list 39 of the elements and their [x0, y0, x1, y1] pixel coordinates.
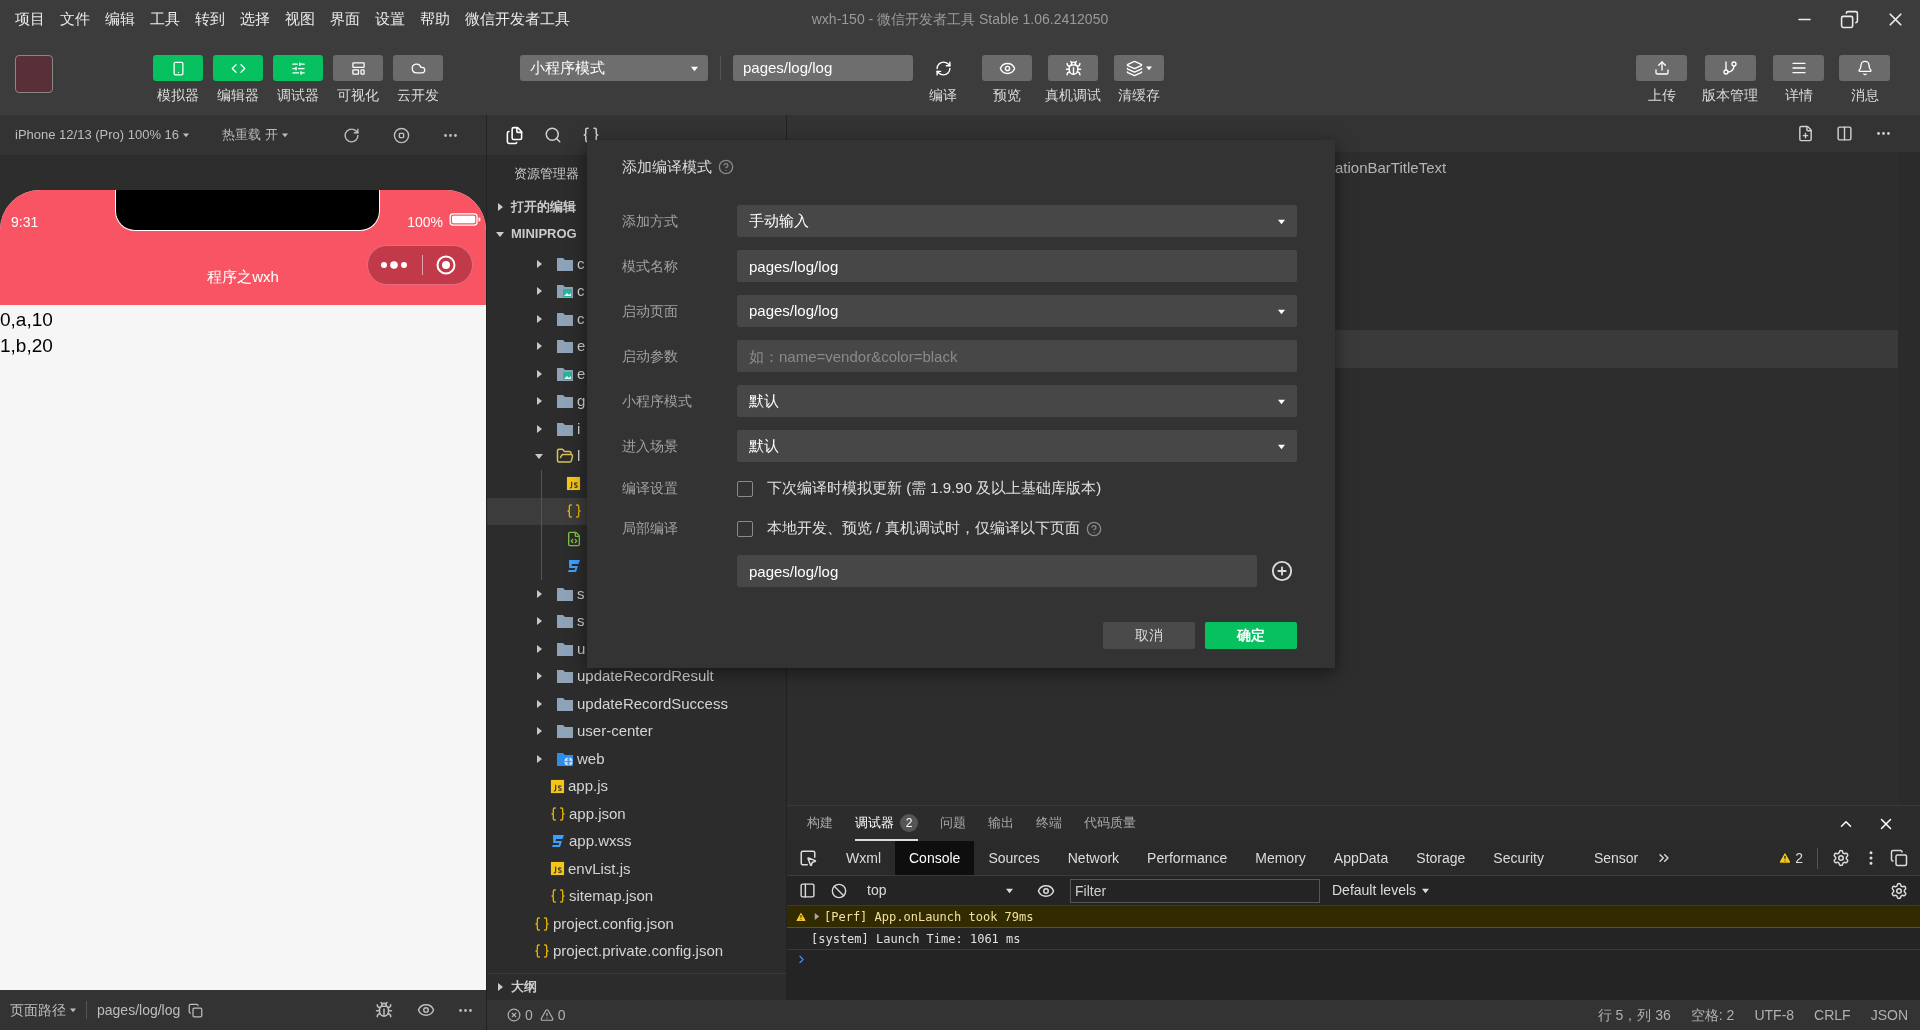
code-text: ationBarTitleText	[1335, 157, 1447, 178]
page-path: pages/log/log	[97, 1000, 181, 1020]
field-label: 模式名称	[622, 256, 679, 276]
toolbar-label: 编辑器	[217, 86, 259, 105]
warning-count: 2	[1795, 848, 1803, 868]
toolbar-label: 预览	[993, 86, 1021, 105]
battery-level: 100%	[407, 213, 444, 232]
toolbar-label: 版本管理	[1702, 86, 1758, 105]
toolbar-label: 上传	[1647, 86, 1676, 105]
warning-count: 0	[557, 1005, 566, 1025]
field-label: 编译设置	[622, 479, 679, 498]
field-label: 进入场景	[622, 436, 679, 456]
field-label: 启动参数	[622, 346, 679, 366]
field-label: 添加方式	[622, 211, 679, 231]
page-text-line: 1,b,20	[0, 334, 54, 358]
field-label: 局部编译	[622, 519, 679, 538]
toolbar-label: 编译	[929, 86, 957, 105]
toolbar-label: 可视化	[337, 86, 379, 105]
nav-title: 程序之wxh	[207, 266, 279, 287]
toolbar-label: 模拟器	[157, 86, 199, 105]
window-title: wxh-150 - 微信开发者工具 Stable 1.06.2412050	[811, 9, 1109, 29]
toolbar-label: 清缓存	[1118, 86, 1160, 105]
checkbox-label: 下次编译时模拟更新 (需 1.9.90 及以上基础库版本)	[767, 478, 1102, 499]
toolbar-label: 调试器	[277, 86, 319, 105]
count-badge: 2	[900, 813, 918, 832]
toolbar-label: 云开发	[397, 86, 439, 105]
status-time: 9:31	[11, 213, 39, 232]
dialog-title: 添加编译模式	[622, 157, 712, 177]
checkbox-label: 本地开发、预览 / 真机调试时，仅编译以下页面	[767, 518, 1080, 539]
toolbar-label: 真机调试	[1045, 86, 1101, 105]
explorer-title: 资源管理器	[514, 165, 579, 184]
error-count: 0	[525, 1005, 533, 1025]
field-label: 启动页面	[622, 301, 679, 321]
console-message: [system] Launch Time: 1061 ms	[811, 930, 1021, 948]
page-text-line: 0,a,10	[0, 308, 54, 332]
toolbar-label: 详情	[1784, 86, 1813, 105]
console-message: [Perf] App.onLaunch took 79ms	[824, 908, 1034, 926]
toolbar-label: 消息	[1850, 86, 1879, 105]
field-label: 小程序模式	[622, 391, 693, 411]
